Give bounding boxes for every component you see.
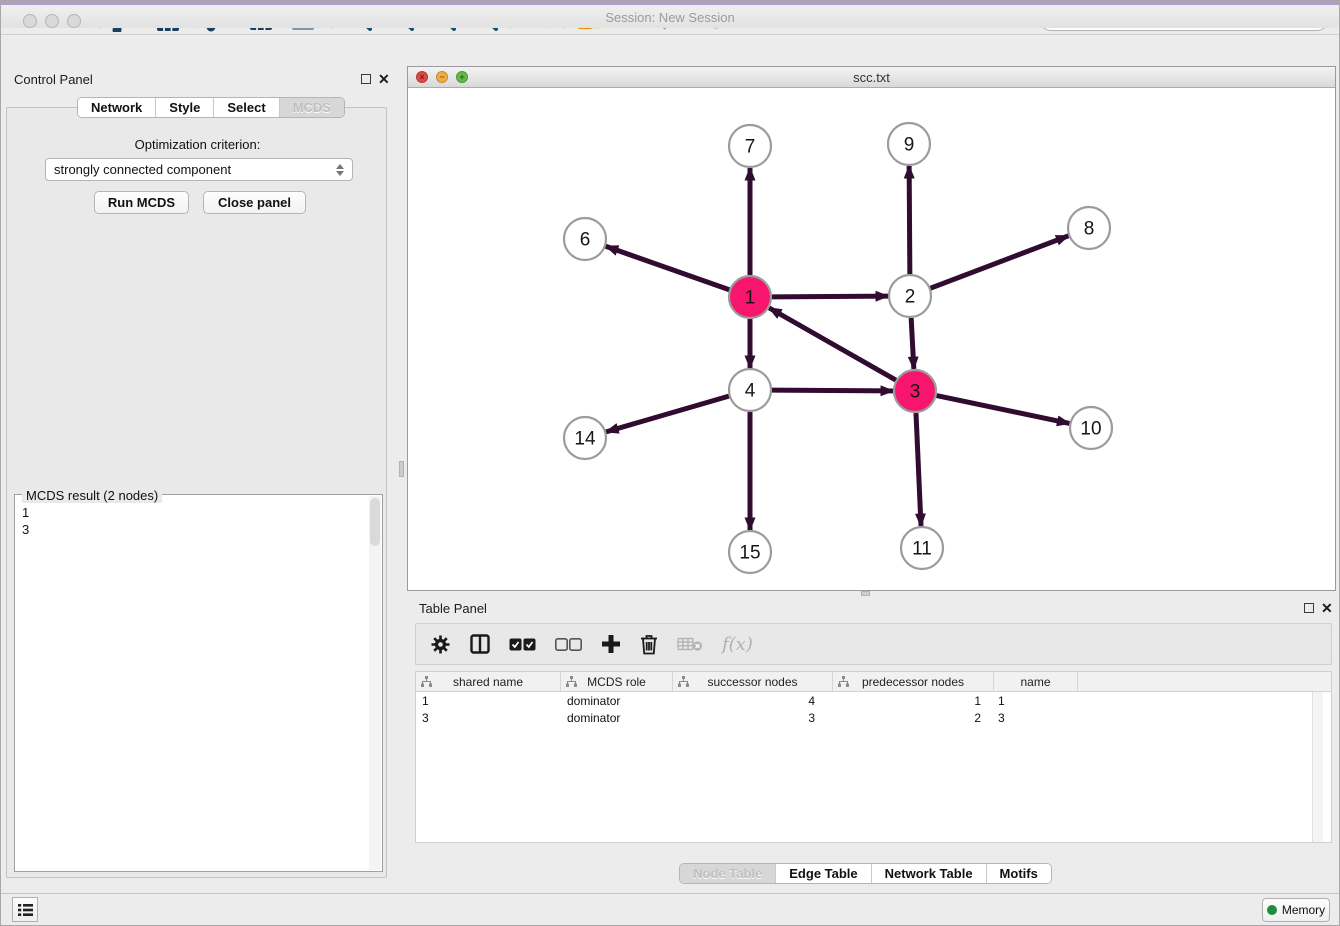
graph-edge-2-8[interactable] [931, 236, 1069, 288]
graph-node-label: 15 [739, 543, 760, 564]
mcds-result-legend: MCDS result (2 nodes) [22, 488, 162, 503]
graph-node-label: 14 [574, 429, 596, 450]
graph-node-label: 4 [745, 381, 756, 402]
status-bar [0, 893, 1340, 926]
cell-mcds-role[interactable]: dominator [561, 694, 673, 708]
table-row[interactable]: 3 dominator 3 2 3 [416, 709, 1331, 726]
graph-edge-3-1[interactable] [769, 308, 896, 380]
delete-table-icon[interactable] [677, 636, 703, 652]
tab-network-table[interactable]: Network Table [871, 864, 986, 883]
graph-edge-2-3[interactable] [911, 318, 914, 369]
cell-shared-name[interactable]: 3 [416, 711, 561, 725]
graph-node-label: 1 [745, 288, 756, 309]
network-window-title: scc.txt [408, 70, 1335, 85]
tab-style[interactable]: Style [155, 98, 213, 117]
table-row[interactable]: 1 dominator 4 1 1 [416, 692, 1331, 709]
column-header-mcds-role[interactable]: MCDS role [561, 672, 673, 691]
graph-edge-1-6[interactable] [606, 246, 729, 289]
deselect-all-icon[interactable] [555, 638, 582, 651]
control-panel-float-icon[interactable] [361, 74, 371, 84]
criterion-value: strongly connected component [54, 162, 231, 177]
table-panel-tabs: Node Table Edge Table Network Table Moti… [407, 863, 1324, 884]
select-all-icon[interactable] [509, 638, 536, 651]
horizontal-splitter-handle[interactable] [861, 591, 870, 596]
graph-edge-1-2[interactable] [772, 296, 888, 297]
flow-icon [838, 676, 849, 687]
delete-row-icon[interactable] [640, 634, 658, 655]
cell-successor-nodes[interactable]: 3 [673, 711, 821, 725]
add-row-icon[interactable] [601, 634, 621, 654]
show-columns-icon[interactable] [470, 634, 490, 654]
cell-successor-nodes[interactable]: 4 [673, 694, 821, 708]
control-panel-tabs: Network Style Select MCDS [77, 97, 345, 118]
graph-edge-3-11[interactable] [916, 413, 921, 526]
mcds-result-text[interactable]: 1 3 [16, 502, 368, 870]
memory-status-dot [1267, 905, 1277, 915]
table-scrollbar[interactable] [1312, 692, 1323, 842]
graph-edge-4-14[interactable] [606, 396, 729, 432]
chevron-up-down-icon [336, 164, 344, 176]
vertical-splitter-handle[interactable] [399, 461, 404, 477]
result-scrollbar[interactable] [369, 496, 381, 870]
control-panel-title: Control Panel [14, 72, 93, 87]
table-header-row: shared name MCDS role successor nodes pr… [416, 672, 1331, 692]
memory-label: Memory [1282, 903, 1325, 917]
graph-edge-2-9[interactable] [909, 166, 910, 274]
cell-name[interactable]: 3 [987, 711, 1071, 725]
table-panel: Table Panel ✕ f(x) shared name MCDS role… [407, 597, 1340, 893]
close-panel-button[interactable]: Close panel [203, 191, 306, 214]
result-scrollbar-thumb[interactable] [370, 498, 380, 546]
graph-node-label: 2 [905, 287, 916, 308]
column-header-shared-name[interactable]: shared name [416, 672, 561, 691]
cell-predecessor-nodes[interactable]: 1 [821, 694, 987, 708]
network-view-window: × − + scc.txt 1234678910111415 [407, 66, 1336, 591]
column-header-predecessor-nodes[interactable]: predecessor nodes [833, 672, 994, 691]
network-canvas[interactable]: 1 2 3 4 6 7 8 9 10 11 14 15 [408, 88, 1335, 590]
task-history-button[interactable] [12, 897, 38, 922]
node-table: shared name MCDS role successor nodes pr… [415, 671, 1332, 843]
window-title: Session: New Session [0, 10, 1340, 25]
flow-icon [678, 676, 689, 687]
optimization-criterion-label: Optimization criterion: [7, 137, 388, 152]
flow-icon [421, 676, 432, 687]
graph-edge-3-10[interactable] [937, 396, 1070, 424]
graph-node-label: 11 [912, 539, 932, 560]
cell-mcds-role[interactable]: dominator [561, 711, 673, 725]
tab-motifs[interactable]: Motifs [986, 864, 1051, 883]
column-header-name[interactable]: name [994, 672, 1078, 691]
flow-icon [566, 676, 577, 687]
graph-node-label: 7 [745, 137, 756, 158]
table-panel-float-icon[interactable] [1304, 603, 1314, 613]
function-builder-icon[interactable]: f(x) [722, 634, 753, 655]
tab-edge-table[interactable]: Edge Table [775, 864, 870, 883]
cell-name[interactable]: 1 [987, 694, 1071, 708]
cell-shared-name[interactable]: 1 [416, 694, 561, 708]
tab-network[interactable]: Network [78, 98, 155, 117]
memory-button[interactable]: Memory [1262, 898, 1330, 922]
graph-node-label: 6 [580, 230, 591, 251]
table-toolbar: f(x) [415, 623, 1332, 665]
task-list-icon [17, 902, 34, 918]
column-header-successor-nodes[interactable]: successor nodes [673, 672, 833, 691]
tab-select[interactable]: Select [213, 98, 278, 117]
criterion-dropdown[interactable]: strongly connected component [45, 158, 353, 181]
table-panel-title: Table Panel [419, 601, 487, 616]
table-panel-close-icon[interactable]: ✕ [1321, 603, 1333, 613]
control-panel-close-icon[interactable]: ✕ [378, 74, 390, 84]
cell-predecessor-nodes[interactable]: 2 [821, 711, 987, 725]
graph-node-label: 3 [910, 382, 921, 403]
tab-mcds[interactable]: MCDS [279, 98, 344, 117]
graph-node-label: 10 [1080, 419, 1101, 440]
run-mcds-button[interactable]: Run MCDS [94, 191, 189, 214]
graph-node-label: 9 [904, 135, 915, 156]
graph-edge-4-3[interactable] [772, 390, 893, 391]
graph-node-label: 8 [1084, 219, 1095, 240]
table-settings-icon[interactable] [430, 634, 451, 655]
tab-node-table[interactable]: Node Table [680, 864, 775, 883]
